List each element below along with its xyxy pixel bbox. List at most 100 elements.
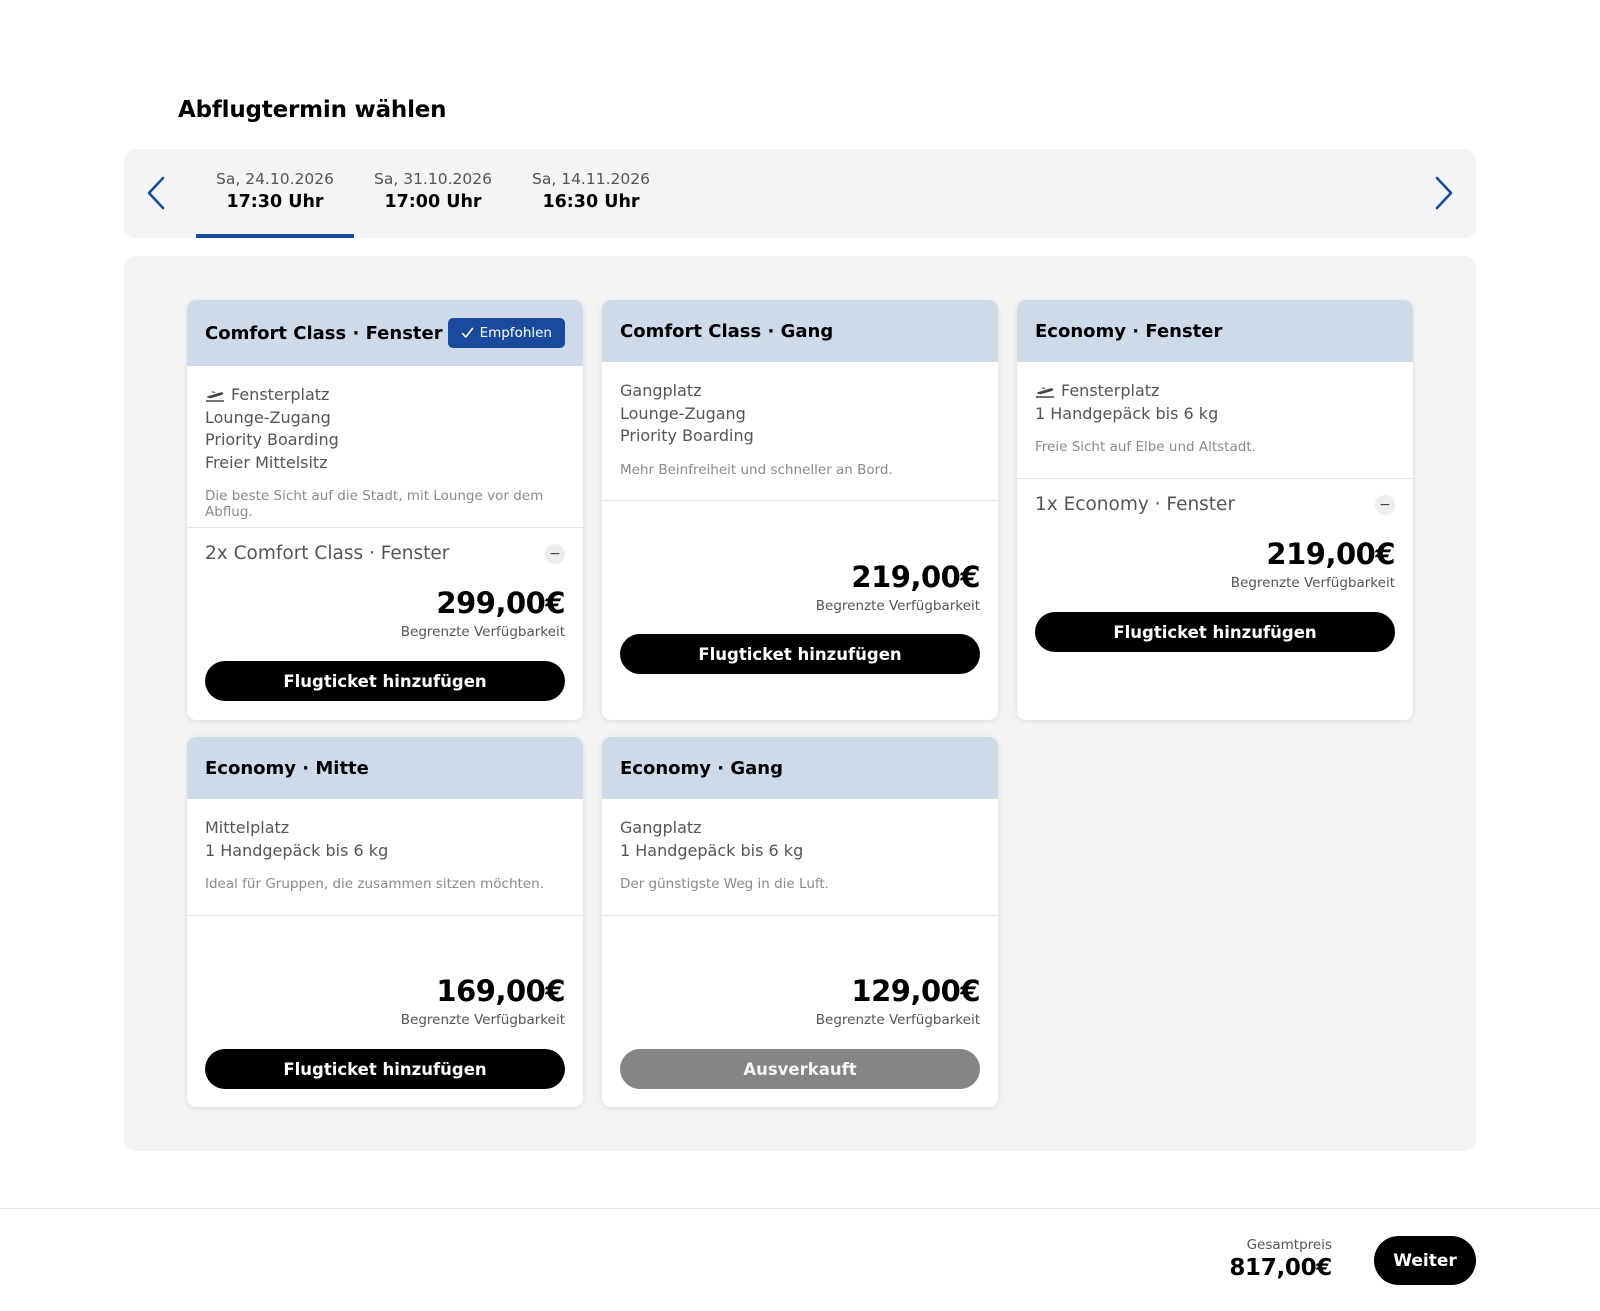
card-title: Economy · Mitte bbox=[205, 757, 369, 779]
feature-list: Mittelplatz 1 Handgepäck bis 6 kg Ideal … bbox=[187, 799, 583, 892]
card-note: Der günstigste Weg in die Luft. bbox=[620, 876, 829, 892]
feature-list: Gangplatz Lounge-Zugang Priority Boardin… bbox=[602, 362, 998, 478]
selected-quantity: 1x Economy · Fenster − bbox=[1035, 494, 1395, 515]
card-header: Economy · Gang bbox=[602, 737, 998, 799]
date-tab[interactable]: Sa, 24.10.2026 17:30 Uhr bbox=[196, 149, 354, 238]
price: 169,00€ bbox=[436, 974, 565, 1008]
date-tab[interactable]: Sa, 31.10.2026 17:00 Uhr bbox=[354, 149, 512, 238]
badge-label: Empfohlen bbox=[479, 325, 552, 341]
feature-item: Fensterplatz bbox=[1035, 380, 1395, 403]
total-price: Gesamtpreis 817,00€ bbox=[1229, 1237, 1332, 1281]
card-header: Economy · Fenster bbox=[1017, 300, 1413, 362]
availability-label: Begrenzte Verfügbarkeit bbox=[815, 1012, 980, 1028]
card-header: Comfort Class · Fenster Empfohlen bbox=[187, 300, 583, 366]
feature-item: Gangplatz bbox=[620, 381, 702, 400]
price-block: 169,00€ Begrenzte Verfügbarkeit bbox=[400, 974, 566, 1028]
decrease-quantity-button[interactable]: − bbox=[1375, 494, 1395, 515]
card-note: Ideal für Gruppen, die zusammen sitzen m… bbox=[205, 876, 544, 892]
feature-item: 1 Handgepäck bis 6 kg bbox=[205, 840, 389, 860]
feature-item: Mittelplatz bbox=[205, 818, 290, 837]
divider bbox=[602, 500, 998, 501]
date-tab-time: 17:30 Uhr bbox=[226, 191, 324, 212]
divider bbox=[187, 915, 583, 916]
continue-button[interactable]: Weiter bbox=[1374, 1236, 1476, 1285]
price-block: 299,00€ Begrenzte Verfügbarkeit bbox=[400, 586, 566, 640]
feature-list: Fensterplatz 1 Handgepäck bis 6 kg Freie… bbox=[1017, 362, 1413, 455]
date-tab-date: Sa, 14.11.2026 bbox=[532, 169, 650, 188]
page-title: Abflugtermin wählen bbox=[178, 97, 447, 123]
date-tab-time: 17:00 Uhr bbox=[384, 191, 482, 212]
divider bbox=[187, 527, 583, 528]
availability-label: Begrenzte Verfügbarkeit bbox=[815, 598, 980, 614]
card-title: Economy · Fenster bbox=[1035, 320, 1223, 342]
chevron-right-icon bbox=[1435, 176, 1453, 210]
date-tab-date: Sa, 31.10.2026 bbox=[374, 169, 492, 188]
price-block: 219,00€ Begrenzte Verfügbarkeit bbox=[1230, 537, 1396, 591]
card-header: Comfort Class · Gang bbox=[602, 300, 998, 362]
feature-list: Fensterplatz Lounge-Zugang Priority Boar… bbox=[187, 366, 583, 520]
availability-label: Begrenzte Verfügbarkeit bbox=[400, 624, 565, 640]
plane-takeoff-icon bbox=[206, 391, 224, 402]
divider bbox=[602, 915, 998, 916]
date-tabs: Sa, 24.10.2026 17:30 Uhr Sa, 31.10.2026 … bbox=[196, 149, 670, 238]
sold-out-button: Ausverkauft bbox=[620, 1049, 980, 1089]
feature-item: Fensterplatz bbox=[205, 384, 565, 407]
feature-item: 1 Handgepäck bis 6 kg bbox=[1035, 403, 1219, 423]
feature-item: Priority Boarding bbox=[620, 426, 754, 445]
feature-label: Fensterplatz bbox=[1061, 381, 1160, 400]
price-block: 219,00€ Begrenzte Verfügbarkeit bbox=[815, 560, 981, 614]
quantity-label: 1x Economy · Fenster bbox=[1035, 494, 1236, 515]
check-icon bbox=[461, 327, 473, 338]
date-selector: Sa, 24.10.2026 17:30 Uhr Sa, 31.10.2026 … bbox=[124, 149, 1476, 238]
availability-label: Begrenzte Verfügbarkeit bbox=[400, 1012, 565, 1028]
price: 299,00€ bbox=[436, 586, 565, 620]
offer-card-comfort-window: Comfort Class · Fenster Empfohlen Fenste… bbox=[187, 300, 583, 720]
selected-quantity: 2x Comfort Class · Fenster − bbox=[205, 543, 565, 564]
feature-item: Gangplatz bbox=[620, 818, 702, 837]
card-title: Economy · Gang bbox=[620, 757, 783, 779]
offer-grid: Comfort Class · Fenster Empfohlen Fenste… bbox=[187, 300, 1415, 1110]
add-ticket-button[interactable]: Flugticket hinzufügen bbox=[205, 661, 565, 701]
card-note: Freie Sicht auf Elbe und Altstadt. bbox=[1035, 439, 1256, 455]
footer-divider bbox=[0, 1208, 1600, 1209]
feature-item: Lounge-Zugang bbox=[205, 407, 331, 427]
card-title: Comfort Class · Fenster bbox=[205, 322, 443, 344]
card-header: Economy · Mitte bbox=[187, 737, 583, 799]
offer-card-economy-aisle: Economy · Gang Gangplatz 1 Handgepäck bi… bbox=[602, 737, 998, 1107]
availability-label: Begrenzte Verfügbarkeit bbox=[1230, 575, 1395, 591]
total-value: 817,00€ bbox=[1229, 1255, 1332, 1281]
feature-item: 1 Handgepäck bis 6 kg bbox=[620, 840, 804, 860]
price-block: 129,00€ Begrenzte Verfügbarkeit bbox=[815, 974, 981, 1028]
feature-list: Gangplatz 1 Handgepäck bis 6 kg Der güns… bbox=[602, 799, 998, 892]
card-title: Comfort Class · Gang bbox=[620, 320, 834, 342]
offers-panel: Comfort Class · Fenster Empfohlen Fenste… bbox=[124, 256, 1476, 1151]
card-note: Die beste Sicht auf die Stadt, mit Loung… bbox=[205, 488, 544, 520]
quantity-label: 2x Comfort Class · Fenster bbox=[205, 543, 450, 564]
prev-date-button[interactable] bbox=[136, 173, 176, 213]
next-date-button[interactable] bbox=[1424, 173, 1464, 213]
date-tab[interactable]: Sa, 14.11.2026 16:30 Uhr bbox=[512, 149, 670, 238]
plane-takeoff-icon bbox=[1036, 387, 1054, 398]
chevron-left-icon bbox=[147, 176, 165, 210]
add-ticket-button[interactable]: Flugticket hinzufügen bbox=[205, 1049, 565, 1089]
date-tab-time: 16:30 Uhr bbox=[542, 191, 640, 212]
feature-item: Freier Mittelsitz bbox=[205, 452, 328, 472]
feature-item: Priority Boarding bbox=[205, 430, 339, 449]
offer-card-economy-window: Economy · Fenster Fensterplatz 1 Handgep… bbox=[1017, 300, 1413, 720]
offer-card-comfort-aisle: Comfort Class · Gang Gangplatz Lounge-Zu… bbox=[602, 300, 998, 720]
feature-item: Lounge-Zugang bbox=[620, 403, 746, 423]
recommended-badge: Empfohlen bbox=[447, 318, 565, 348]
minus-icon: − bbox=[549, 545, 561, 562]
feature-label: Fensterplatz bbox=[231, 385, 330, 404]
offer-card-economy-middle: Economy · Mitte Mittelplatz 1 Handgepäck… bbox=[187, 737, 583, 1107]
minus-icon: − bbox=[1379, 496, 1391, 513]
card-note: Mehr Beinfreiheit und schneller an Bord. bbox=[620, 461, 893, 478]
divider bbox=[1017, 478, 1413, 479]
price: 219,00€ bbox=[1266, 537, 1395, 571]
decrease-quantity-button[interactable]: − bbox=[545, 543, 565, 564]
price: 219,00€ bbox=[851, 560, 980, 594]
add-ticket-button[interactable]: Flugticket hinzufügen bbox=[620, 634, 980, 674]
date-tab-date: Sa, 24.10.2026 bbox=[216, 169, 334, 188]
add-ticket-button[interactable]: Flugticket hinzufügen bbox=[1035, 612, 1395, 652]
total-label: Gesamtpreis bbox=[1246, 1237, 1332, 1253]
